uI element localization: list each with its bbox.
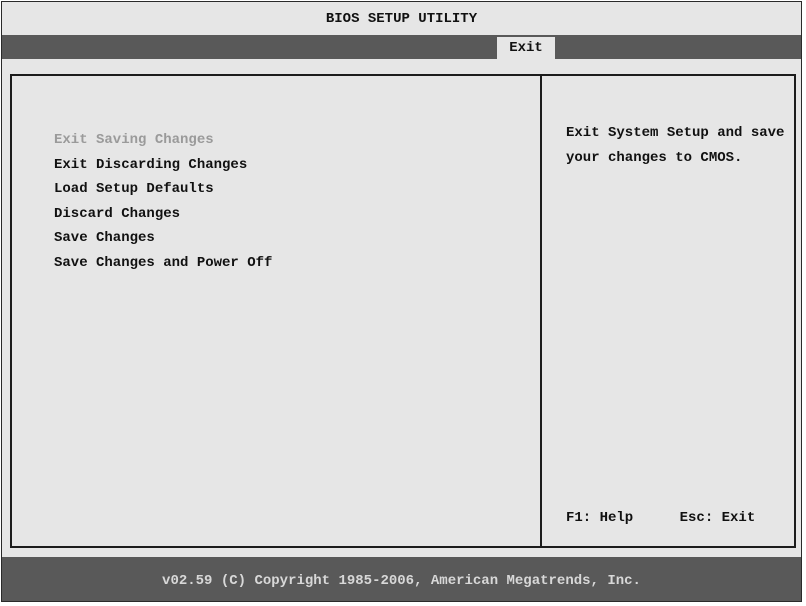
option-load-setup-defaults[interactable]: Load Setup Defaults (54, 177, 272, 202)
option-save-changes-power-off[interactable]: Save Changes and Power Off (54, 251, 272, 276)
footer-bar: v02.59 (C) Copyright 1985-2006, American… (2, 557, 801, 601)
option-save-changes[interactable]: Save Changes (54, 226, 272, 251)
app-title: BIOS SETUP UTILITY (325, 11, 478, 27)
options-panel: Exit Saving Changes Exit Discarding Chan… (12, 76, 542, 546)
content-frame: Exit Saving Changes Exit Discarding Chan… (10, 74, 796, 548)
option-exit-discarding-changes[interactable]: Exit Discarding Changes (54, 153, 272, 178)
tab-exit[interactable]: Exit (497, 37, 555, 59)
bios-screen: BIOS SETUP UTILITY Exit Exit Saving Chan… (1, 1, 802, 602)
menu-bar: Exit (2, 35, 801, 59)
tab-exit-label: Exit (509, 40, 543, 56)
help-text: Exit System Setup and save your changes … (566, 125, 785, 166)
title-bar: BIOS SETUP UTILITY (2, 2, 801, 35)
option-list: Exit Saving Changes Exit Discarding Chan… (54, 128, 272, 275)
key-hint-exit: Esc: Exit (679, 510, 756, 526)
option-exit-saving-changes[interactable]: Exit Saving Changes (54, 128, 272, 153)
key-hint-help: F1: Help (566, 510, 634, 526)
copyright-text: v02.59 (C) Copyright 1985-2006, American… (162, 573, 641, 589)
help-panel: Exit System Setup and save your changes … (542, 76, 794, 546)
key-hints: F1: Help Esc: Exit (566, 510, 755, 526)
option-discard-changes[interactable]: Discard Changes (54, 202, 272, 227)
